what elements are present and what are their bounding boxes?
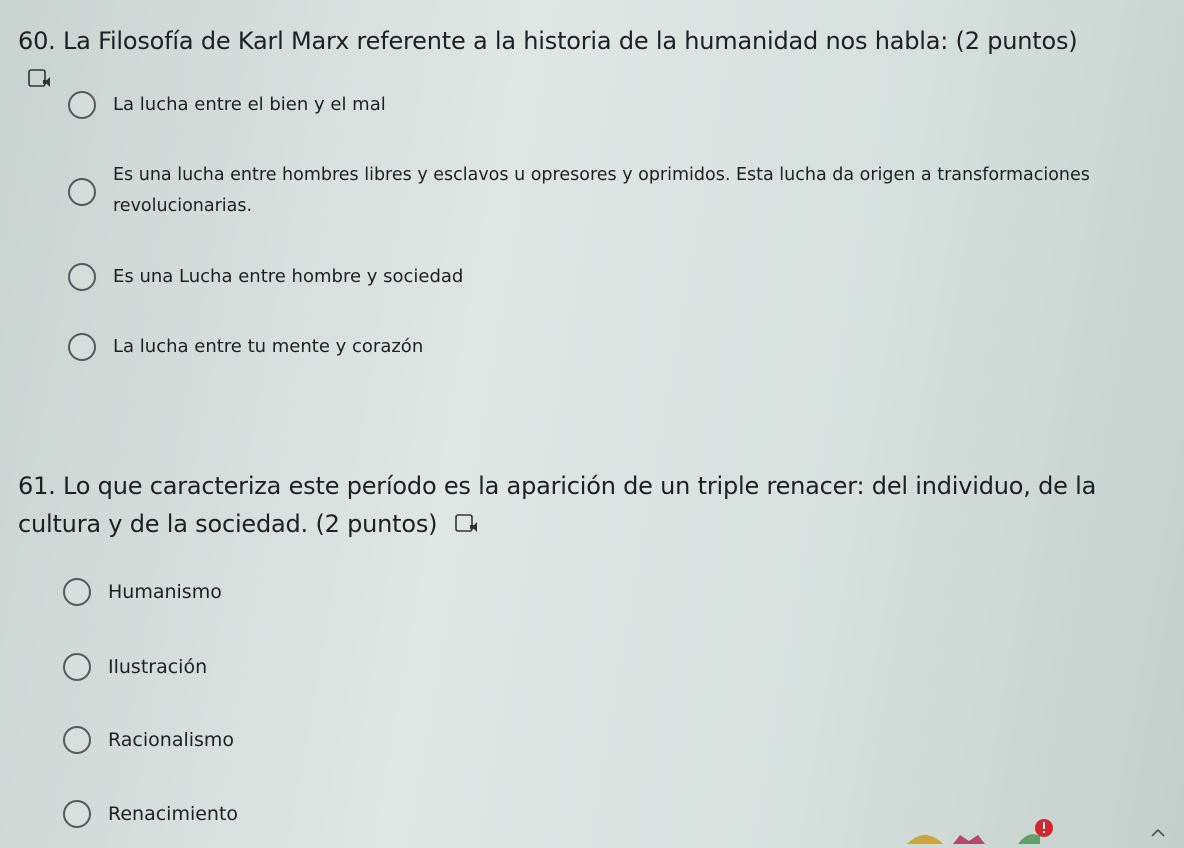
option-item[interactable]: Humanismo [63, 578, 222, 606]
question-points: (2 puntos) [315, 510, 438, 538]
question-points: (2 puntos) [955, 27, 1078, 55]
speaker-icon[interactable] [28, 63, 54, 87]
taskbar-strip [0, 818, 1184, 848]
question-text: 60. La Filosofía de Karl Marx referente … [18, 27, 949, 55]
option-item[interactable]: La lucha entre tu mente y corazón [68, 333, 423, 361]
question-title: 61. Lo que caracteriza este período es l… [18, 467, 1168, 543]
image-icon[interactable] [905, 829, 945, 848]
option-item[interactable]: Es una Lucha entre hombre y sociedad [68, 263, 463, 291]
radio-button[interactable] [68, 178, 96, 206]
radio-button[interactable] [68, 333, 96, 361]
option-label: La lucha entre tu mente y corazón [113, 336, 424, 357]
option-label: Ilustración [108, 656, 208, 678]
mail-icon[interactable] [952, 829, 986, 848]
option-item[interactable]: La lucha entre el bien y el mal [68, 91, 386, 119]
radio-button[interactable] [63, 578, 91, 606]
speaker-icon[interactable] [454, 508, 481, 532]
option-label: Humanismo [108, 581, 222, 603]
option-item[interactable]: Es una lucha entre hombres libres y escl… [68, 160, 1108, 222]
question-title: 60. La Filosofía de Karl Marx referente … [18, 22, 1118, 98]
radio-button[interactable] [63, 726, 91, 754]
chevron-up-icon[interactable] [1150, 823, 1166, 842]
radio-button[interactable] [63, 653, 91, 681]
option-label: La lucha entre el bien y el mal [113, 94, 386, 115]
option-label: Es una lucha entre hombres libres y escl… [113, 165, 1090, 216]
option-item[interactable]: Racionalismo [63, 726, 234, 754]
notification-icon[interactable] [1018, 818, 1058, 848]
quiz-page: 60. La Filosofía de Karl Marx referente … [0, 0, 1184, 848]
option-label: Es una Lucha entre hombre y sociedad [113, 266, 464, 287]
option-label: Racionalismo [108, 729, 235, 751]
radio-button[interactable] [68, 263, 96, 291]
question-text: 61. Lo que caracteriza este período es l… [18, 472, 1097, 538]
radio-button[interactable] [68, 91, 96, 119]
option-item[interactable]: Ilustración [63, 653, 207, 681]
